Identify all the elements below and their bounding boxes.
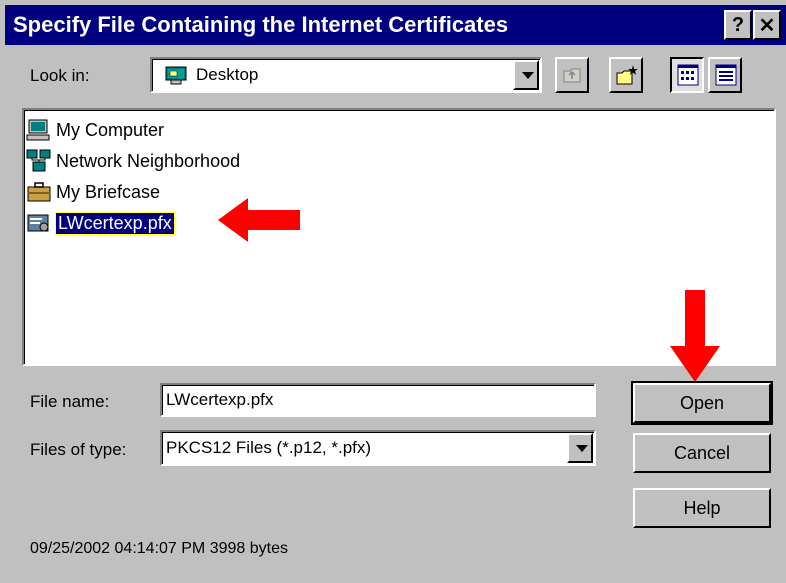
list-item-label: LWcertexp.pfx: [55, 211, 175, 235]
file-name-value: LWcertexp.pfx: [166, 390, 274, 409]
list-item[interactable]: My Briefcase: [26, 178, 160, 206]
file-list[interactable]: My Computer Network Neighborhood My Brie…: [22, 108, 776, 366]
computer-icon: [26, 118, 52, 142]
dialog-title: Specify File Containing the Internet Cer…: [13, 12, 509, 37]
file-dialog: Specify File Containing the Internet Cer…: [0, 0, 786, 583]
briefcase-icon: [26, 180, 52, 204]
new-folder-icon: [615, 63, 639, 92]
desktop-icon: [164, 64, 190, 91]
down-arrow-annotation: [670, 290, 720, 382]
list-item-label: My Briefcase: [56, 181, 161, 202]
cancel-button[interactable]: Cancel: [633, 433, 771, 473]
files-of-type-label: Files of type:: [30, 440, 127, 459]
up-folder-button[interactable]: [555, 57, 589, 93]
left-arrow-annotation: [218, 198, 300, 242]
files-of-type-dropdown-button[interactable]: [567, 433, 593, 463]
look-in-label: Look in:: [30, 66, 90, 85]
look-in-combo[interactable]: Desktop: [150, 57, 542, 93]
list-item[interactable]: My Computer: [26, 116, 164, 144]
certificate-icon: [26, 211, 52, 235]
network-icon: [26, 149, 52, 173]
title-bar[interactable]: Specify File Containing the Internet Cer…: [5, 5, 786, 45]
files-of-type-value: PKCS12 Files (*.p12, *.pfx): [166, 438, 372, 457]
list-view-icon: [677, 64, 699, 91]
help-title-button[interactable]: ?: [724, 10, 752, 40]
file-name-field[interactable]: LWcertexp.pfx: [160, 383, 596, 417]
close-button[interactable]: ✕: [753, 10, 781, 40]
look-in-dropdown-button[interactable]: [513, 60, 539, 90]
file-info-status: 09/25/2002 04:14:07 PM 3998 bytes: [30, 540, 288, 557]
details-view-icon: [715, 64, 737, 91]
help-button[interactable]: Help: [633, 488, 771, 528]
look-in-value: Desktop: [196, 65, 259, 84]
file-name-label: File name:: [30, 392, 110, 411]
new-folder-button[interactable]: [609, 57, 643, 93]
list-item-selected[interactable]: LWcertexp.pfx: [26, 209, 175, 237]
list-view-button[interactable]: [670, 57, 704, 93]
up-folder-icon: [562, 64, 584, 91]
list-item[interactable]: Network Neighborhood: [26, 147, 240, 175]
details-view-button[interactable]: [708, 57, 742, 93]
files-of-type-combo[interactable]: PKCS12 Files (*.p12, *.pfx): [160, 430, 596, 466]
open-button[interactable]: Open: [631, 381, 773, 425]
list-item-label: My Computer: [56, 119, 165, 140]
list-item-label: Network Neighborhood: [56, 150, 241, 171]
